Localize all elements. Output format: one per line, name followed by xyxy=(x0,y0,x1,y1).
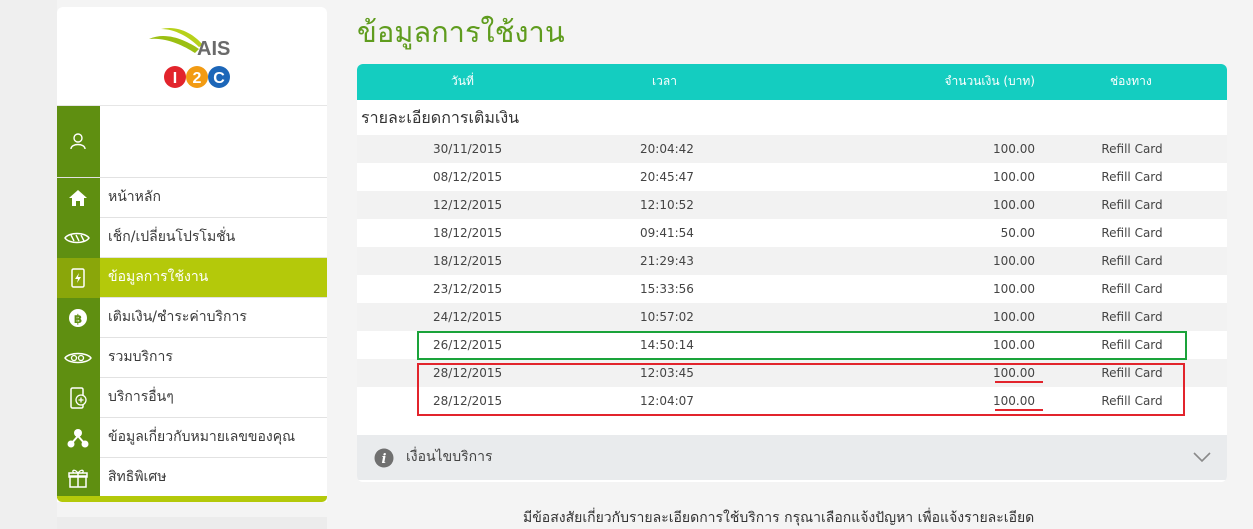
gift-icon xyxy=(68,469,88,488)
highlight-box-red xyxy=(417,363,1185,416)
sidebar-item-number-info[interactable]: ข้อมูลเกี่ยวกับหมายเลขของคุณ xyxy=(57,418,327,458)
cell-channel: Refill Card xyxy=(1101,310,1163,324)
sidebar-item-label: ข้อมูลเกี่ยวกับหมายเลขของคุณ xyxy=(108,429,296,445)
sidebar-item-label: เติมเงิน/ชำระค่าบริการ xyxy=(108,309,247,325)
info-icon: i xyxy=(374,448,394,468)
sidebar-item-services[interactable]: รวมบริการ xyxy=(57,338,327,378)
cell-channel: Refill Card xyxy=(1101,198,1163,212)
cell-amount: 100.00 xyxy=(993,142,1035,156)
nav-icon-cell xyxy=(57,178,100,218)
table-row: 24/12/2015 10:57:02 100.00 Refill Card xyxy=(357,303,1227,331)
column-header-time: เวลา xyxy=(652,74,677,88)
network-icon xyxy=(67,429,89,448)
nav-icon-cell xyxy=(57,218,100,258)
table-row: 18/12/2015 21:29:43 100.00 Refill Card xyxy=(357,247,1227,275)
column-header-date: วันที่ xyxy=(451,74,474,88)
ais-i2c-logo[interactable]: AIS I 2 C xyxy=(147,23,247,93)
table-row: 12/12/2015 12:10:52 100.00 Refill Card xyxy=(357,191,1227,219)
table-row: 23/12/2015 15:33:56 100.00 Refill Card xyxy=(357,275,1227,303)
nav-icon-cell xyxy=(57,338,100,378)
usage-table-card: วันที่ เวลา จำนวนเงิน (บาท) ช่องทาง รายล… xyxy=(357,64,1227,482)
table-row: 08/12/2015 20:45:47 100.00 Refill Card xyxy=(357,163,1227,191)
cell-channel: Refill Card xyxy=(1101,142,1163,156)
svg-text:I: I xyxy=(173,70,177,87)
cell-amount: 100.00 xyxy=(993,282,1035,296)
logo-area: AIS I 2 C xyxy=(57,7,327,106)
nav-icon-cell xyxy=(57,458,100,498)
column-header-amount: จำนวนเงิน (บาท) xyxy=(944,74,1035,88)
sidebar-item-label: เช็ก/เปลี่ยนโปรโมชั่น xyxy=(108,229,236,245)
cell-time: 15:33:56 xyxy=(640,282,694,296)
sidebar: AIS I 2 C หน้าหลัก เช็ก/เปลี่ยนโปรโมชั่น… xyxy=(57,7,327,502)
sidebar-item-label: รวมบริการ xyxy=(108,349,173,365)
cell-date: 30/11/2015 xyxy=(433,142,503,156)
section-title: รายละเอียดการเติมเงิน xyxy=(361,108,520,127)
nav-icon-cell xyxy=(57,258,100,298)
cell-amount: 50.00 xyxy=(1000,226,1035,240)
page-left-edge xyxy=(0,0,57,529)
nav-icon-cell: ฿ xyxy=(57,298,100,338)
svg-text:2: 2 xyxy=(193,70,202,87)
cell-time: 09:41:54 xyxy=(640,226,694,240)
sidebar-item-promotion[interactable]: เช็ก/เปลี่ยนโปรโมชั่น xyxy=(57,218,327,258)
sidebar-item-label: บริการอื่นๆ xyxy=(108,389,174,405)
cell-date: 18/12/2015 xyxy=(433,226,503,240)
cell-channel: Refill Card xyxy=(1101,282,1163,296)
sidebar-item-privileges[interactable]: สิทธิพิเศษ xyxy=(57,458,327,498)
cell-date: 24/12/2015 xyxy=(433,310,503,324)
highlight-box-green xyxy=(417,331,1187,360)
sidebar-item-label: ข้อมูลการใช้งาน xyxy=(108,269,209,285)
cell-channel: Refill Card xyxy=(1101,226,1163,240)
user-icon xyxy=(70,133,86,150)
sidebar-item-topup[interactable]: ฿ เติมเงิน/ชำระค่าบริการ xyxy=(57,298,327,338)
home-icon xyxy=(69,190,87,206)
cell-date: 23/12/2015 xyxy=(433,282,503,296)
table-header: วันที่ เวลา จำนวนเงิน (บาท) ช่องทาง xyxy=(357,64,1227,100)
cell-time: 20:45:47 xyxy=(640,170,694,184)
nav-icon-cell xyxy=(57,378,100,418)
cell-time: 21:29:43 xyxy=(640,254,694,268)
sidebar-item-label: สิทธิพิเศษ xyxy=(108,469,167,485)
amount-underline xyxy=(995,409,1043,411)
svg-text:i: i xyxy=(382,452,387,467)
svg-text:AIS: AIS xyxy=(197,38,230,60)
svg-text:฿: ฿ xyxy=(74,312,82,326)
services-icon xyxy=(64,352,92,364)
cell-amount: 100.00 xyxy=(993,170,1035,184)
cell-amount: 100.00 xyxy=(993,254,1035,268)
usage-icon xyxy=(71,268,85,288)
cell-date: 12/12/2015 xyxy=(433,198,503,212)
cell-amount: 100.00 xyxy=(993,198,1035,212)
sidebar-item-label: หน้าหลัก xyxy=(108,189,161,205)
sidebar-item-usage[interactable]: ข้อมูลการใช้งาน xyxy=(57,258,327,298)
cell-channel: Refill Card xyxy=(1101,170,1163,184)
table-row: 30/11/2015 20:04:42 100.00 Refill Card xyxy=(357,135,1227,163)
chevron-down-icon[interactable] xyxy=(1193,451,1211,463)
cell-channel: Refill Card xyxy=(1101,254,1163,268)
baht-icon: ฿ xyxy=(69,309,87,327)
cell-amount: 100.00 xyxy=(993,310,1035,324)
sidebar-bottom-accent xyxy=(57,496,327,502)
profile-panel[interactable] xyxy=(57,106,327,178)
sidebar-shadow xyxy=(57,517,327,529)
cell-time: 20:04:42 xyxy=(640,142,694,156)
promo-icon xyxy=(64,232,90,244)
cell-date: 18/12/2015 xyxy=(433,254,503,268)
cell-time: 10:57:02 xyxy=(640,310,694,324)
column-header-channel: ช่องทาง xyxy=(1110,74,1152,88)
cell-date: 08/12/2015 xyxy=(433,170,503,184)
nav-icon-cell xyxy=(57,418,100,458)
cell-time: 12:10:52 xyxy=(640,198,694,212)
terms-accordion[interactable]: i เงื่อนไขบริการ xyxy=(357,435,1227,480)
footer-help-text: มีข้อสงสัยเกี่ยวกับรายละเอียดการใช้บริกา… xyxy=(523,510,1035,526)
profile-icon-cell xyxy=(57,106,100,177)
amount-underline xyxy=(995,381,1043,383)
phone-plus-icon xyxy=(70,387,87,409)
accordion-label: เงื่อนไขบริการ xyxy=(406,449,493,465)
sidebar-item-home[interactable]: หน้าหลัก xyxy=(57,178,327,218)
page-title: ข้อมูลการใช้งาน xyxy=(357,15,565,49)
sidebar-item-other-services[interactable]: บริการอื่นๆ xyxy=(57,378,327,418)
table-row: 18/12/2015 09:41:54 50.00 Refill Card xyxy=(357,219,1227,247)
svg-text:C: C xyxy=(213,70,225,87)
